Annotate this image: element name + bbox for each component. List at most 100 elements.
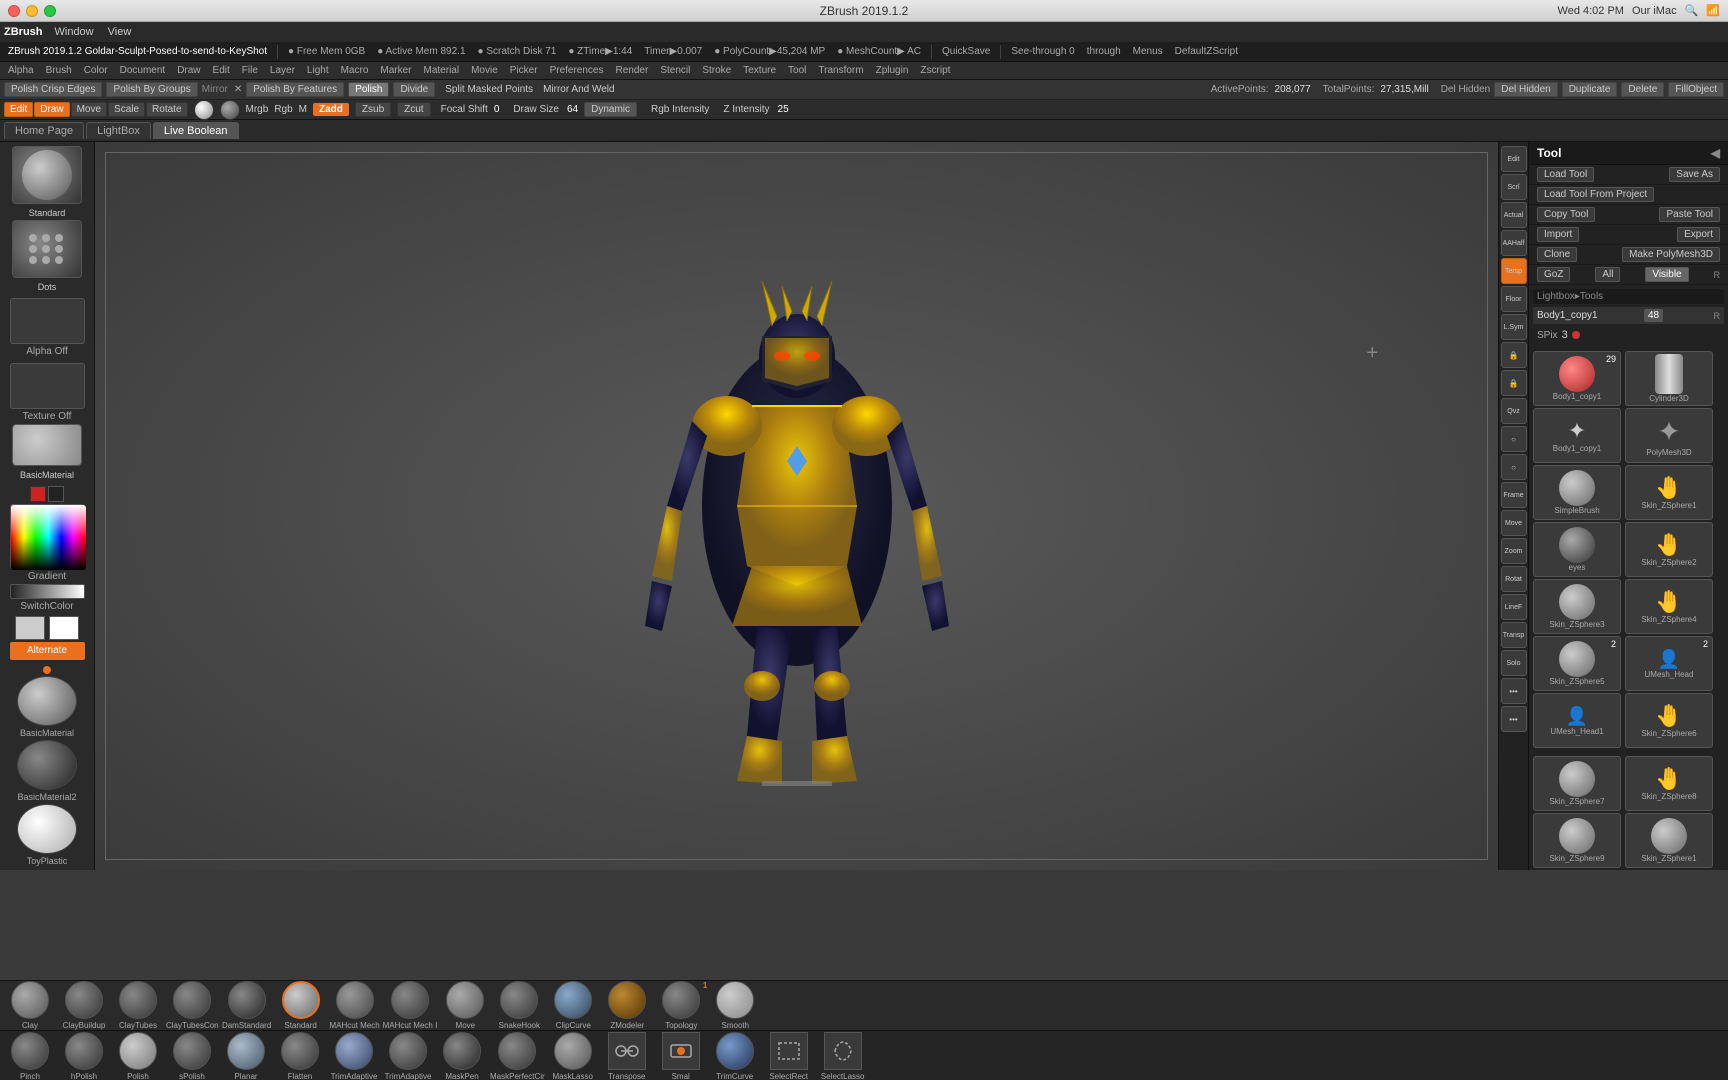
brush-pinch[interactable]: Pinch (4, 1032, 56, 1080)
brush-hpolish[interactable]: hPolish (58, 1032, 110, 1080)
skin-zsphere3-thumb[interactable]: Skin_ZSphere3 (1533, 579, 1621, 634)
rotate-btn[interactable]: Rotate (146, 102, 187, 117)
minimize-button[interactable] (26, 5, 38, 17)
menu-picker[interactable]: Picker (506, 64, 542, 77)
brush-selectrect[interactable]: SelectRect (763, 1032, 815, 1080)
brush-transpose[interactable]: Transpose (601, 1032, 653, 1080)
menu-texture[interactable]: Texture (739, 64, 780, 77)
menu-tool[interactable]: Tool (784, 64, 810, 77)
tool-panel-close[interactable]: ◀ (1711, 146, 1720, 160)
paste-tool-btn[interactable]: Paste Tool (1659, 207, 1720, 222)
skin-zsphere7-thumb[interactable]: Skin_ZSphere7 (1533, 756, 1621, 811)
brush-trimadaptive[interactable]: TrimAdaptive (328, 1032, 380, 1080)
ts-solo-btn[interactable]: Solo (1501, 650, 1527, 676)
menu-stroke[interactable]: Stroke (698, 64, 735, 77)
menu-transform[interactable]: Transform (814, 64, 867, 77)
ts-edit-btn[interactable]: Edit (1501, 146, 1527, 172)
skin-zsphere1-thumb[interactable]: 🤚 Skin_ZSphere1 (1625, 465, 1713, 520)
ts-rotate-btn[interactable]: Rotat (1501, 566, 1527, 592)
visible-btn[interactable]: Visible (1645, 267, 1688, 282)
brush-masklasso[interactable]: MaskLasso (547, 1032, 599, 1080)
save-as-btn[interactable]: Save As (1669, 167, 1720, 182)
standard-brush-thumb[interactable] (12, 146, 82, 204)
all-btn[interactable]: All (1595, 267, 1620, 282)
menu-layer[interactable]: Layer (266, 64, 299, 77)
skin-zsphere5-thumb[interactable]: Skin_ZSphere5 2 (1533, 636, 1621, 691)
brush-claybuildup[interactable]: ClayBuildup (58, 981, 110, 1030)
clone-btn[interactable]: Clone (1537, 247, 1577, 262)
menu-color[interactable]: Color (80, 64, 112, 77)
simplebrush-thumb[interactable]: SimpleBrush (1533, 465, 1621, 520)
brush-mahcut-mech-i[interactable]: MAHcut Mech I (383, 981, 438, 1030)
brush-smal[interactable]: Smal (655, 1032, 707, 1080)
skin-zsphere2-thumb[interactable]: 🤚 Skin_ZSphere2 (1625, 522, 1713, 577)
material2-sphere[interactable] (17, 740, 77, 790)
ts-transp-btn[interactable]: Transp (1501, 622, 1527, 648)
menu-zscript[interactable]: Zscript (916, 64, 954, 77)
color-picker[interactable] (10, 504, 85, 569)
ts-lock2-btn[interactable]: 🔒 (1501, 370, 1527, 396)
skin-zsphere8-thumb[interactable]: 🤚 Skin_ZSphere8 (1625, 756, 1713, 811)
ts-lock-btn[interactable]: 🔒 (1501, 342, 1527, 368)
menu-brush[interactable]: Brush (42, 64, 76, 77)
ts-linefill-btn[interactable]: LineF (1501, 594, 1527, 620)
search-icon[interactable]: 🔍 (1685, 4, 1699, 17)
brush-trimadaptive2[interactable]: TrimAdaptive (382, 1032, 434, 1080)
ts-tersp-btn[interactable]: Tersp (1501, 258, 1527, 284)
menu-marker[interactable]: Marker (376, 64, 415, 77)
polish-by-groups-btn[interactable]: Polish By Groups (106, 82, 197, 97)
close-button[interactable] (8, 5, 20, 17)
alpha-thumb[interactable] (10, 298, 85, 344)
brush-damstandard[interactable]: DamStandard (221, 981, 273, 1030)
brush-maskpen[interactable]: MaskPen (436, 1032, 488, 1080)
default-zscript-btn[interactable]: DefaultZScript (1171, 45, 1242, 58)
ts-circle1-btn[interactable]: ○ (1501, 426, 1527, 452)
brush-polish[interactable]: Polish (112, 1032, 164, 1080)
brush-claytubescon[interactable]: ClayTubesCon (166, 981, 219, 1030)
brush-selectlasso[interactable]: SelectLasso (817, 1032, 869, 1080)
del-hidden-btn[interactable]: Del Hidden (1494, 82, 1557, 97)
color-swatch-red[interactable] (30, 486, 46, 502)
divide-btn[interactable]: Divide (393, 82, 435, 97)
brush-smooth[interactable]: Smooth (709, 981, 761, 1030)
move-btn[interactable]: Move (71, 102, 107, 117)
dots-brush-thumb[interactable] (12, 220, 82, 278)
brush-mahcut-mech[interactable]: MAHcut Mech (329, 981, 381, 1030)
skin-zsphere4-thumb[interactable]: 🤚 Skin_ZSphere4 (1625, 579, 1713, 634)
menu-material[interactable]: Material (420, 64, 464, 77)
cylinder3d-thumb[interactable]: Cylinder3D (1625, 351, 1713, 406)
polymesh3d-thumb[interactable]: ✦ PolyMesh3D (1625, 408, 1713, 463)
tab-live-boolean[interactable]: Live Boolean (153, 122, 239, 139)
edit-btn[interactable]: Edit (4, 102, 33, 117)
polish-btn[interactable]: Polish (348, 82, 389, 97)
brush-trimcurve[interactable]: TrimCurve (709, 1032, 761, 1080)
brush-flatten[interactable]: Flatten (274, 1032, 326, 1080)
polish-crisp-edges-btn[interactable]: Polish Crisp Edges (4, 82, 102, 97)
menu-render[interactable]: Render (612, 64, 653, 77)
polish-by-features-btn[interactable]: Polish By Features (246, 82, 344, 97)
ts-dots-btn[interactable]: ••• (1501, 678, 1527, 704)
brush-claytubes[interactable]: ClayTubes (112, 981, 164, 1030)
menu-draw[interactable]: Draw (173, 64, 204, 77)
menu-item-view[interactable]: View (102, 25, 138, 39)
ts-move-btn[interactable]: Move (1501, 510, 1527, 536)
ts-frame-btn[interactable]: Frame (1501, 482, 1527, 508)
m-btn[interactable]: M (299, 104, 307, 115)
zcut-btn[interactable]: Zcut (397, 102, 430, 117)
brush-topology[interactable]: Topology (655, 981, 707, 1030)
eyes-thumb[interactable]: eyes (1533, 522, 1621, 577)
load-tool-btn[interactable]: Load Tool (1537, 167, 1594, 182)
color-swatch-black[interactable] (48, 486, 64, 502)
menu-stencil[interactable]: Stencil (656, 64, 694, 77)
mrgb-btn[interactable]: Mrgb (246, 104, 269, 115)
menu-file[interactable]: File (238, 64, 262, 77)
texture-thumb[interactable] (10, 363, 85, 409)
menu-movie[interactable]: Movie (467, 64, 502, 77)
ts-dots2-btn[interactable]: ••• (1501, 706, 1527, 732)
basic-material-thumb[interactable] (12, 424, 82, 466)
menu-light[interactable]: Light (303, 64, 333, 77)
delete-btn[interactable]: Delete (1621, 82, 1664, 97)
menu-preferences[interactable]: Preferences (546, 64, 608, 77)
brush-zmodeler[interactable]: ZModeler (601, 981, 653, 1030)
material-sphere[interactable] (17, 676, 77, 726)
